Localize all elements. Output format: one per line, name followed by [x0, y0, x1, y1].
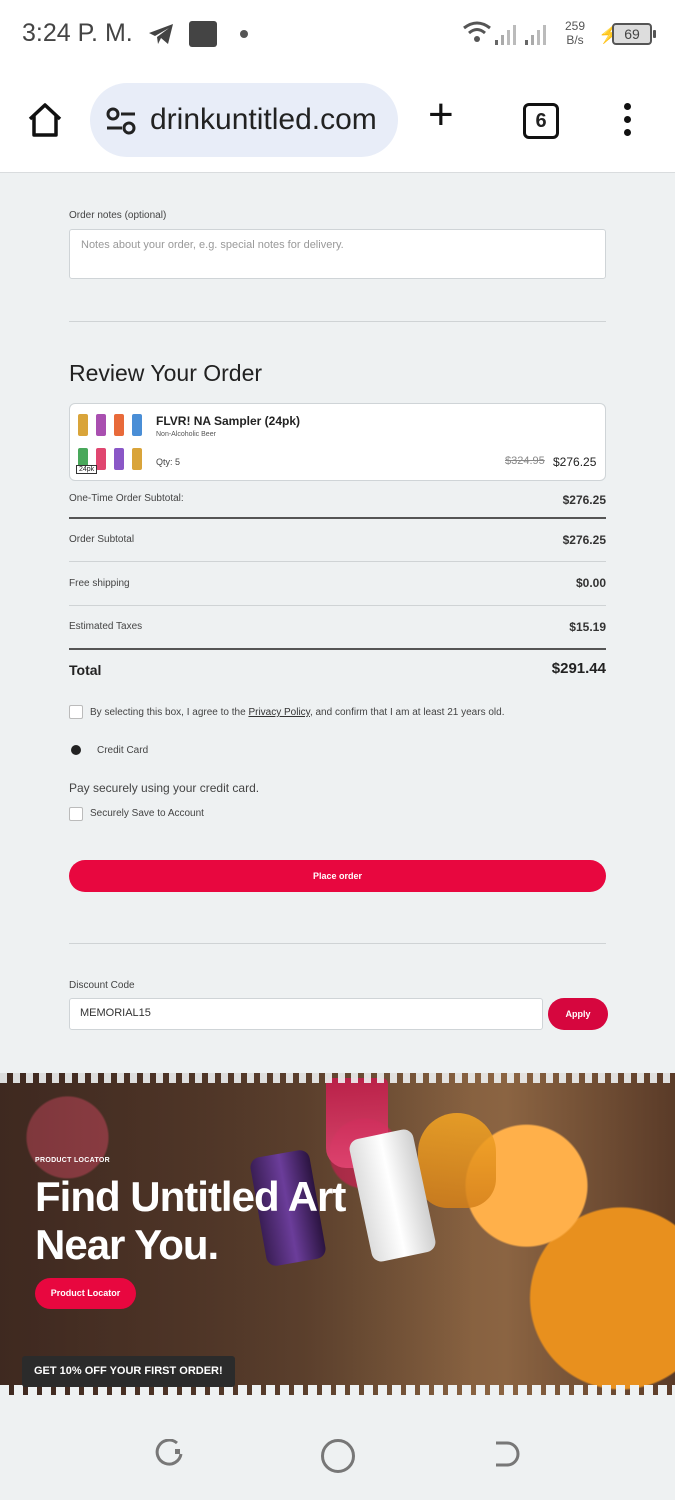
order-notes-label: Order notes (optional): [69, 210, 167, 221]
banner-kicker: PRODUCT LOCATOR: [35, 1157, 111, 1164]
banner-photo-glass: [418, 1113, 496, 1208]
product-name: FLVR! NA Sampler (24pk): [156, 414, 301, 428]
battery-icon: 69: [612, 23, 656, 45]
total-label: Total: [69, 662, 102, 678]
product-card: 24pk FLVR! NA Sampler (24pk) Non-Alcohol…: [69, 403, 606, 481]
order-subtotal-value: $276.25: [562, 533, 606, 547]
net-speed-value: 259: [565, 19, 586, 33]
product-locator-banner: PRODUCT LOCATOR Find Untitled Art Near Y…: [0, 1073, 675, 1395]
site-settings-icon[interactable]: [105, 107, 137, 135]
notification-dot-icon: [240, 30, 248, 38]
product-original-price: $324.95: [505, 455, 545, 467]
new-tab-button[interactable]: +: [428, 93, 454, 137]
review-title: Review Your Order: [69, 360, 263, 386]
url-text: drinkuntitled.com: [150, 103, 377, 136]
divider: [69, 605, 606, 606]
place-order-button[interactable]: Place order: [69, 860, 606, 892]
first-order-promo-button[interactable]: GET 10% OFF YOUR FIRST ORDER!: [22, 1356, 235, 1387]
back-icon[interactable]: [492, 1439, 522, 1469]
home-nav-icon[interactable]: [321, 1439, 355, 1473]
tab-switcher-button[interactable]: 6: [523, 103, 559, 139]
order-notes-placeholder: Notes about your order, e.g. special not…: [81, 239, 344, 251]
product-price: $276.25: [553, 455, 597, 469]
telegram-icon: [149, 24, 173, 44]
torn-edge: [0, 1073, 675, 1083]
banner-title: Find Untitled Art Near You.: [35, 1173, 346, 1268]
divider: [69, 943, 606, 944]
net-speed: 259 B/s: [565, 19, 585, 47]
total-value: $291.44: [551, 660, 606, 677]
taxes-value: $15.19: [569, 620, 606, 634]
pack-size-badge: 24pk: [76, 465, 98, 474]
shipping-value: $0.00: [575, 576, 606, 590]
divider: [69, 321, 606, 322]
age-agreement-checkbox[interactable]: [69, 705, 83, 719]
agreement-prefix: By selecting this box, I agree to the: [90, 707, 249, 718]
apply-discount-button[interactable]: Apply: [548, 998, 608, 1030]
more-menu-icon[interactable]: [624, 103, 631, 142]
order-subtotal-label: Order Subtotal: [69, 534, 135, 545]
order-notes-textarea[interactable]: Notes about your order, e.g. special not…: [69, 229, 606, 279]
product-subtitle: Non-Alcoholic Beer: [156, 431, 216, 438]
recent-apps-icon[interactable]: [155, 1439, 185, 1469]
net-speed-unit: B/s: [566, 33, 584, 47]
system-navigation-bar: [0, 1395, 675, 1500]
privacy-policy-link[interactable]: Privacy Policy: [248, 707, 310, 718]
discount-code-input[interactable]: MEMORIAL15: [69, 998, 543, 1030]
divider: [69, 517, 606, 519]
home-icon[interactable]: [26, 101, 64, 139]
status-bar: 3:24 P. M. 259 B/s ⚡ 69: [0, 0, 675, 68]
status-time: 3:24 P. M.: [22, 19, 133, 47]
discount-code-value: MEMORIAL15: [80, 1007, 151, 1019]
signal-icon: [495, 25, 546, 45]
shipping-label: Free shipping: [69, 578, 130, 589]
credit-card-radio[interactable]: [71, 745, 81, 755]
save-to-account-label: Securely Save to Account: [90, 808, 204, 819]
taxes-label: Estimated Taxes: [69, 621, 143, 632]
one-time-subtotal-value: $276.25: [562, 493, 606, 507]
save-to-account-checkbox[interactable]: [69, 807, 83, 821]
browser-toolbar: drinkuntitled.com + 6: [0, 68, 675, 173]
product-locator-button[interactable]: Product Locator: [35, 1278, 136, 1309]
notification-app-icon: [189, 21, 217, 47]
discount-code-label: Discount Code: [69, 980, 135, 991]
divider: [69, 648, 606, 650]
age-agreement-text: By selecting this box, I agree to the Pr…: [90, 707, 504, 718]
address-bar[interactable]: drinkuntitled.com: [90, 83, 398, 157]
credit-card-label: Credit Card: [97, 745, 149, 756]
payment-description: Pay securely using your credit card.: [69, 781, 260, 795]
divider: [69, 561, 606, 562]
one-time-subtotal-label: One-Time Order Subtotal:: [69, 493, 184, 504]
agreement-suffix: , and confirm that I am at least 21 year…: [309, 707, 505, 718]
product-quantity: Qty: 5: [156, 457, 181, 467]
wifi-icon: [463, 21, 491, 42]
